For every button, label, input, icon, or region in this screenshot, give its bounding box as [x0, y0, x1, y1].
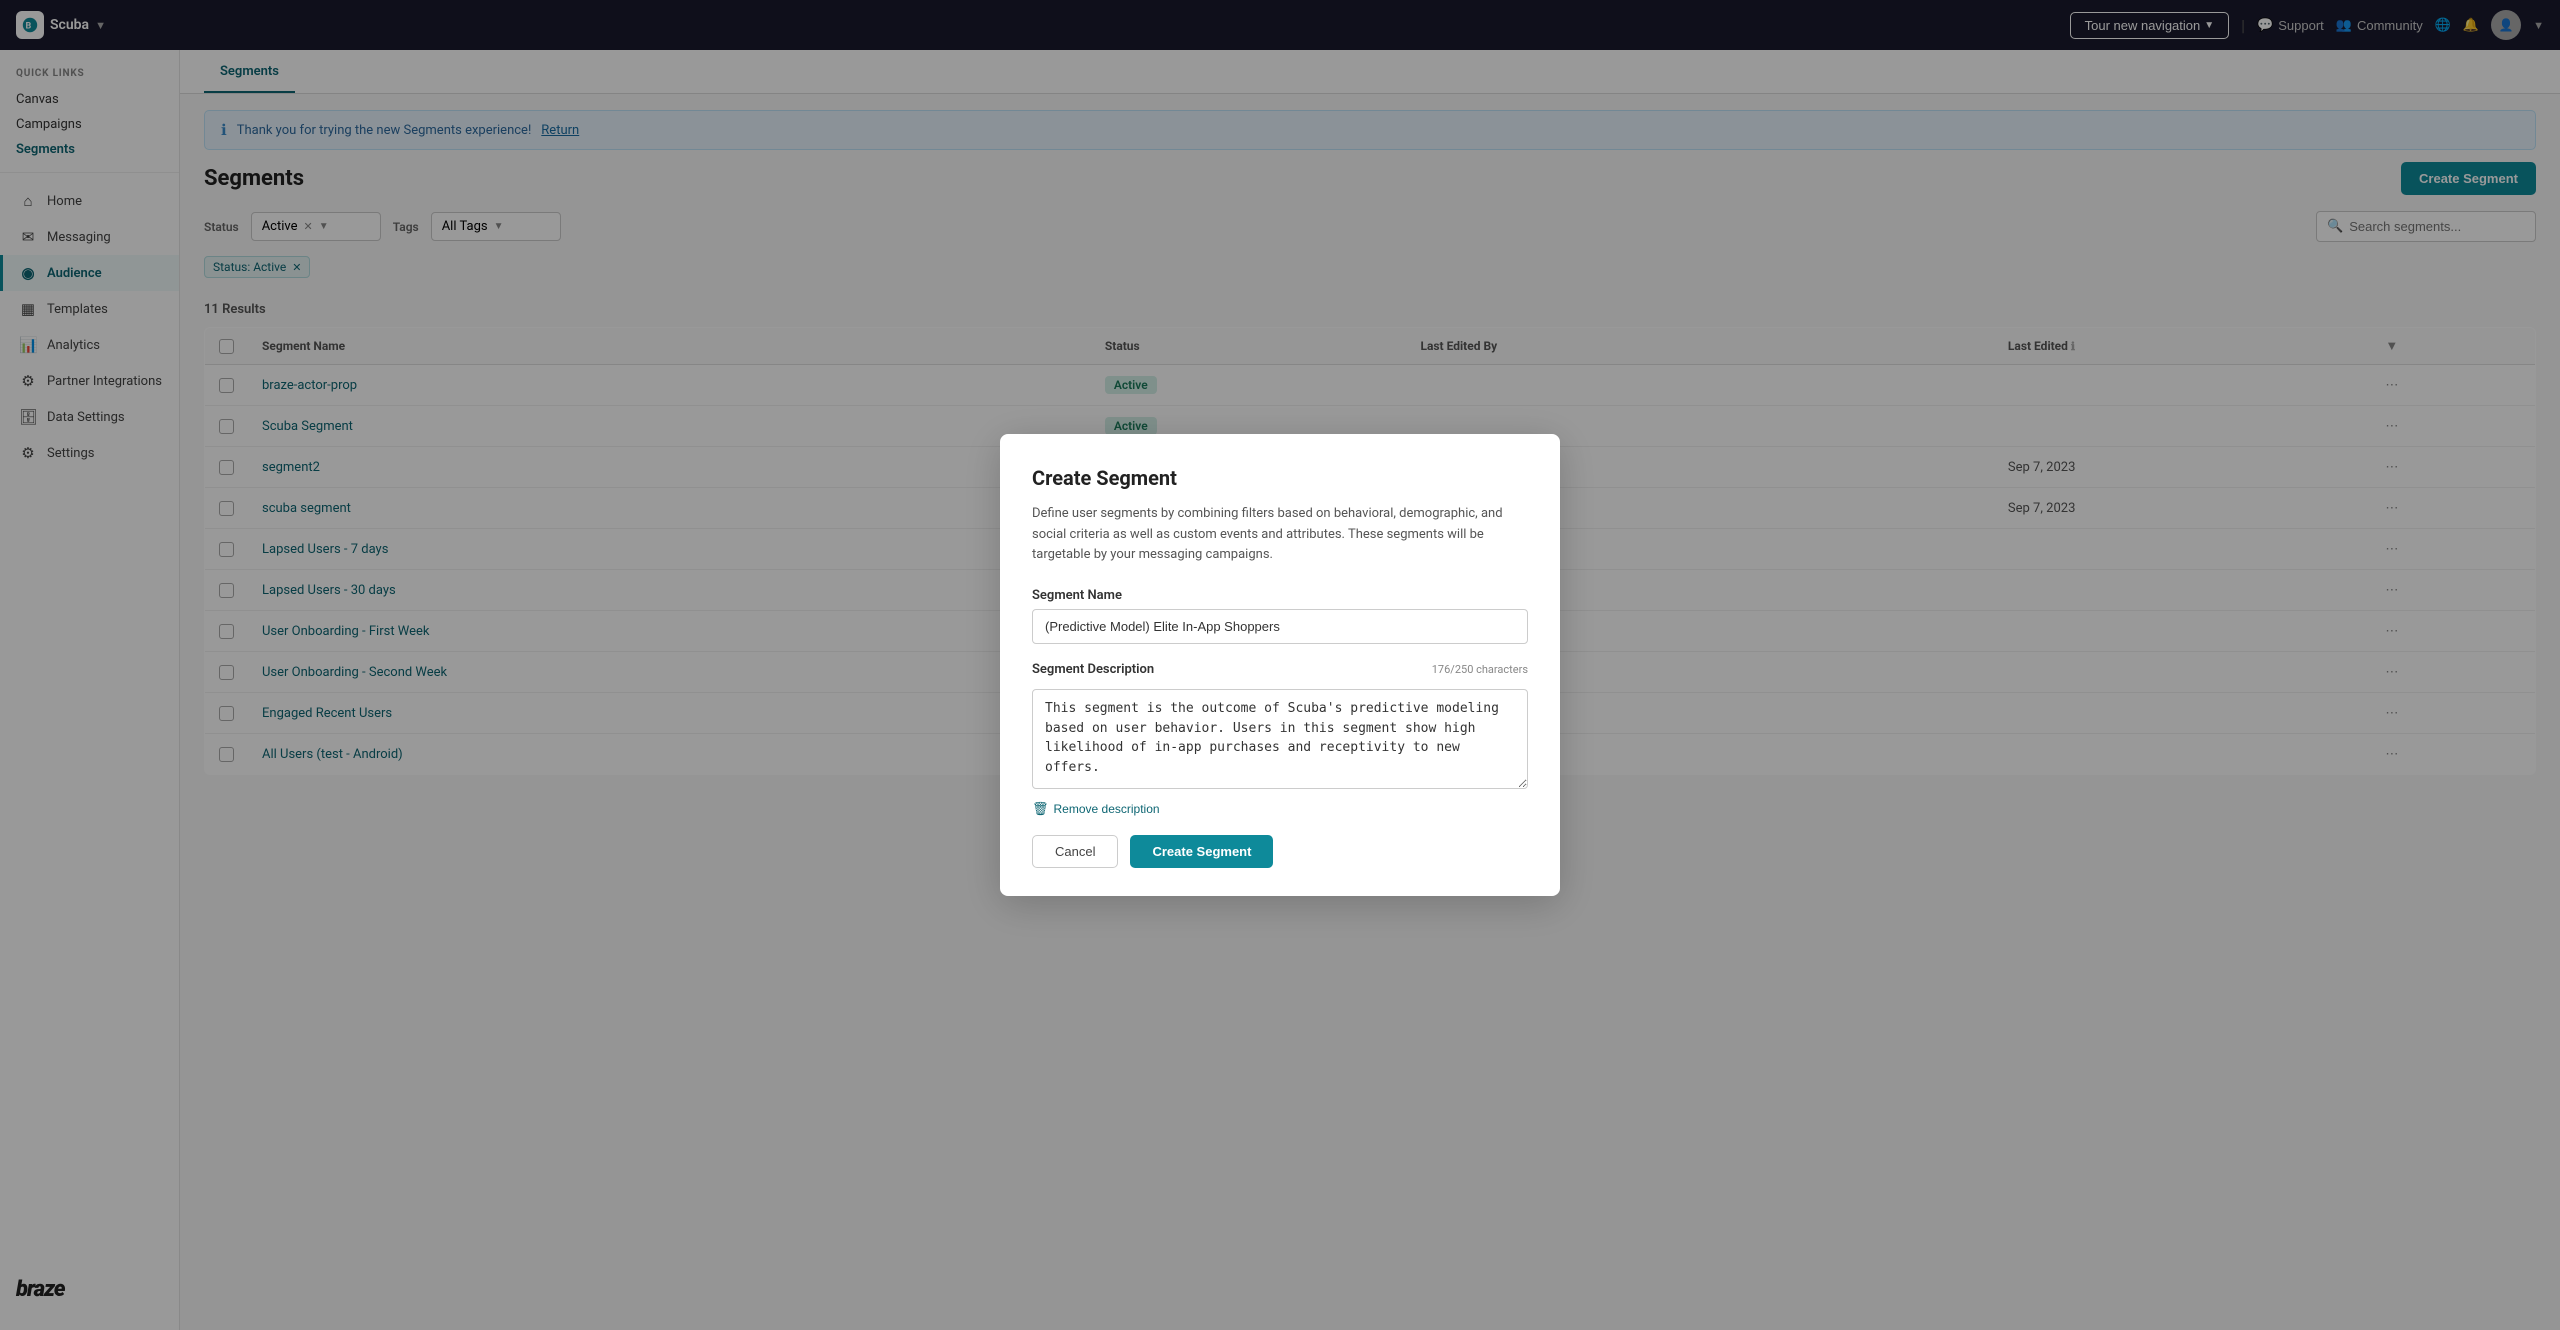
- create-segment-modal: Create Segment Define user segments by c…: [1000, 434, 1560, 896]
- modal-title: Create Segment: [1032, 466, 1528, 490]
- modal-description: Define user segments by combining filter…: [1032, 504, 1528, 566]
- modal-create-segment-button[interactable]: Create Segment: [1130, 835, 1273, 868]
- segment-name-input[interactable]: [1032, 609, 1528, 644]
- cancel-button[interactable]: Cancel: [1032, 835, 1118, 868]
- segment-desc-field: Segment Description 176/250 characters T…: [1032, 662, 1528, 817]
- remove-desc-label: Remove description: [1054, 802, 1160, 816]
- segment-name-label: Segment Name: [1032, 588, 1528, 603]
- trash-icon: 🗑: [1032, 801, 1049, 817]
- segment-desc-label: Segment Description: [1032, 662, 1154, 677]
- segment-desc-textarea[interactable]: This segment is the outcome of Scuba's p…: [1032, 689, 1528, 789]
- modal-actions: Cancel Create Segment: [1032, 835, 1528, 868]
- remove-description-button[interactable]: 🗑 Remove description: [1032, 801, 1160, 817]
- char-count: 176/250 characters: [1432, 663, 1528, 676]
- segment-name-field: Segment Name: [1032, 588, 1528, 644]
- modal-overlay: Create Segment Define user segments by c…: [0, 0, 2560, 1330]
